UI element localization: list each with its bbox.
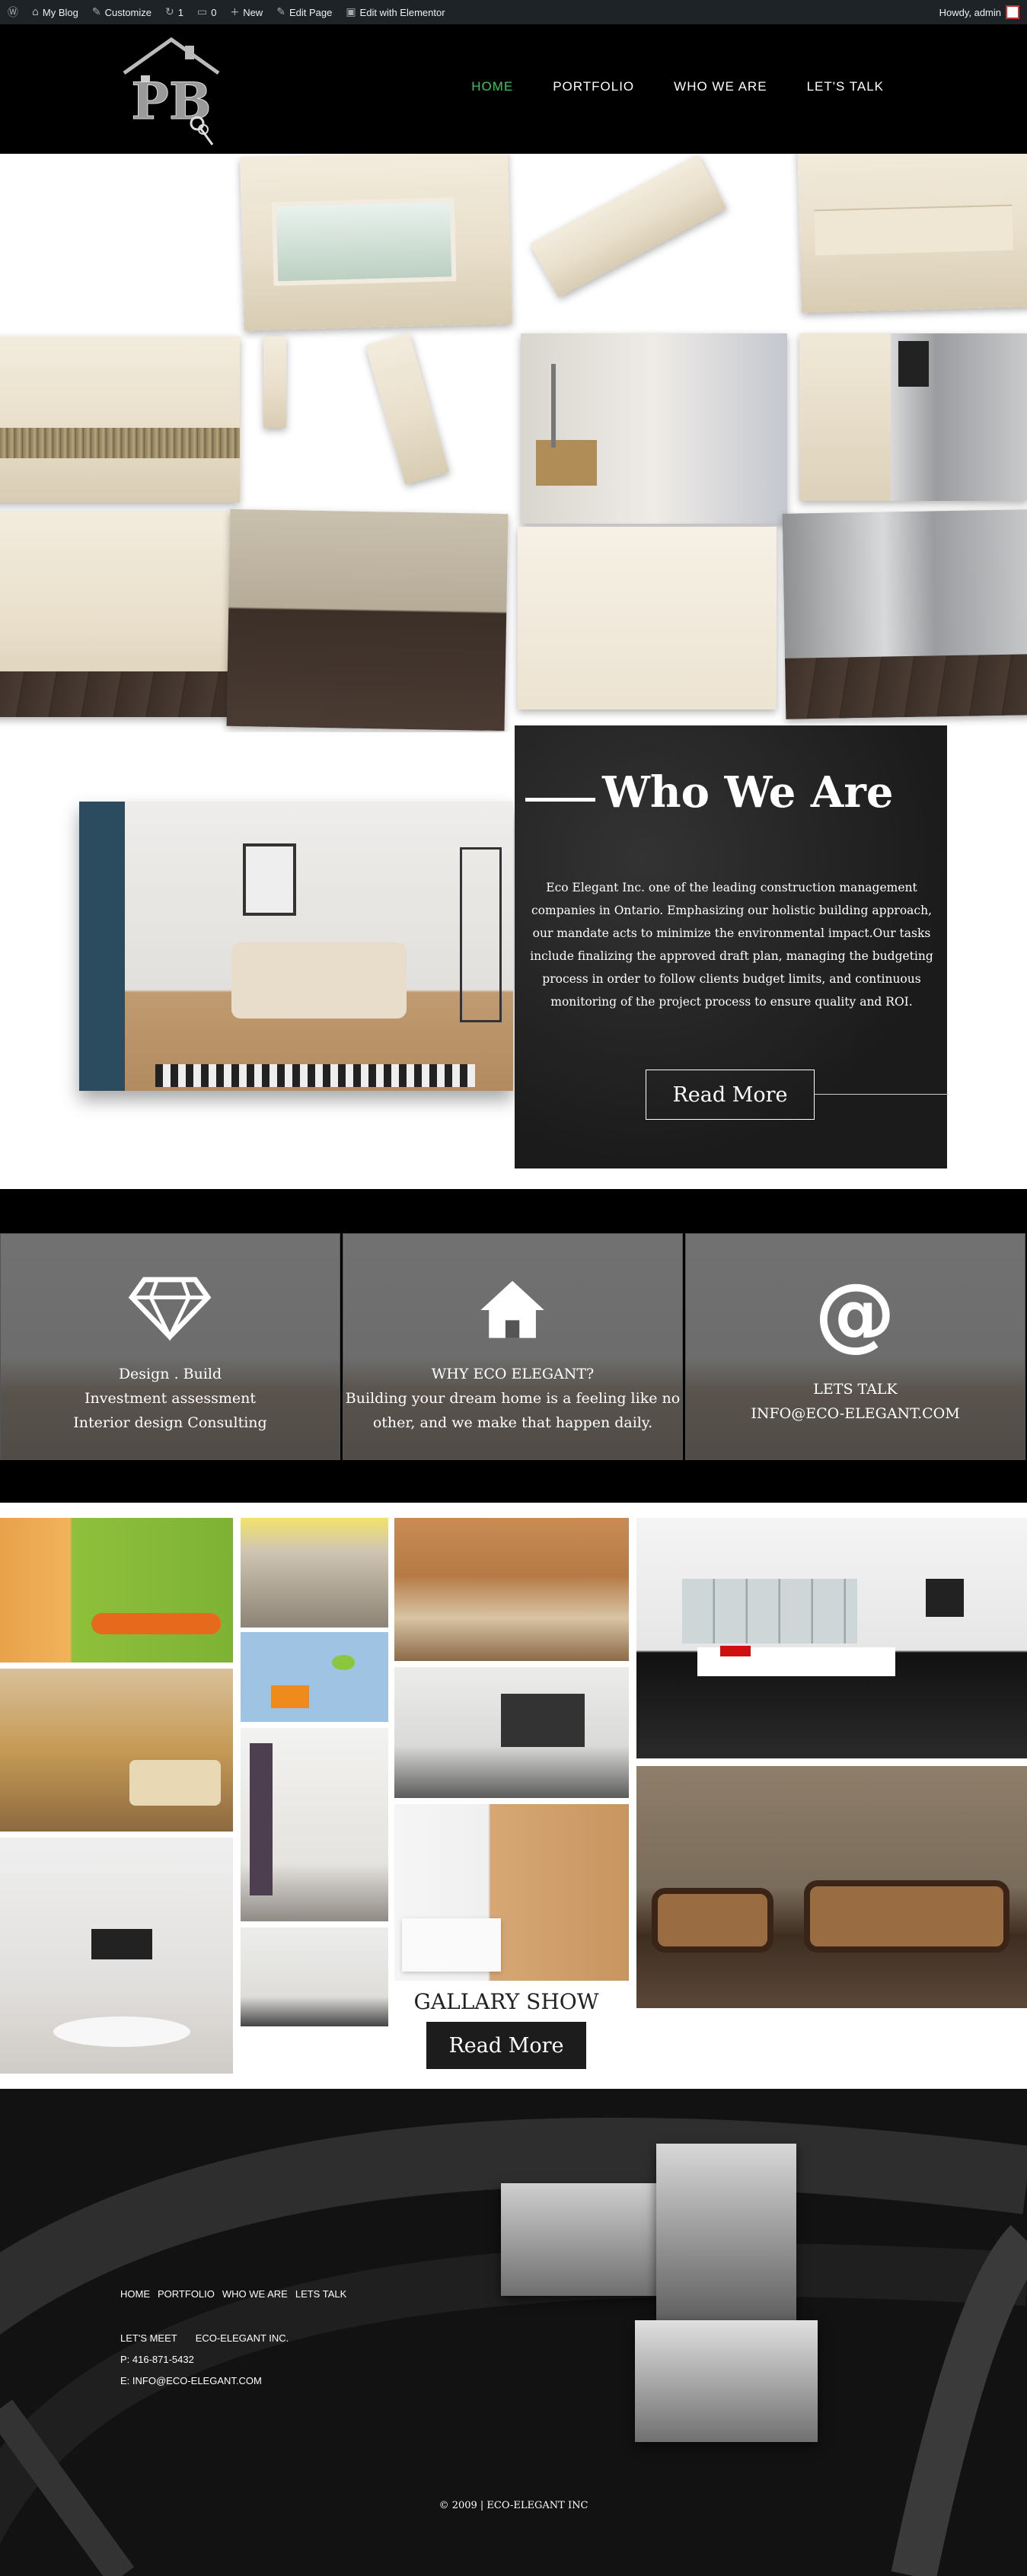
feature-lets-talk: @ LETS TALK INFO@ECO-ELEGANT.COM (685, 1233, 1025, 1460)
hero-tile-lower-left (0, 512, 236, 717)
gallery-image-white-classic[interactable] (0, 1838, 233, 2074)
footer-contact: LET'S MEET ECO-ELEGANT INC. P: 416-871-54… (120, 2328, 289, 2392)
who-we-are-panel: Who We Are Eco Elegant Inc. one of the l… (515, 725, 947, 1168)
gallery-read-more-button[interactable]: Read More (426, 2022, 586, 2069)
feature-why-eco-elegant: WHY ECO ELEGANT? Building your dream hom… (343, 1233, 683, 1460)
footer-nav: HOME PORTFOLIO WHO WE ARE LETS TALK (120, 2288, 346, 2300)
copyright: © 2009 | ECO-ELEGANT INC (439, 2500, 588, 2511)
wordpress-icon: Ⓦ (8, 7, 18, 19)
gallery-image-ceiling-lights[interactable] (241, 1518, 388, 1628)
living-room-photo (79, 802, 513, 1091)
email-address[interactable]: E: INFO@ECO-ELEGANT.COM (120, 2370, 289, 2392)
site-name-link[interactable]: ⌂ My Blog (32, 6, 78, 18)
feature-line: LETS TALK (813, 1381, 898, 1398)
family-photo-1 (501, 2183, 670, 2296)
feature-line: Building your dream home is a feeling li… (345, 1390, 681, 1407)
feature-line: WHY ECO ELEGANT? (431, 1366, 595, 1382)
feature-line: Investment assessment (85, 1390, 256, 1407)
at-icon: @ (815, 1268, 895, 1356)
hero-kitchen-collage (0, 154, 1027, 732)
hero-tile-fridge (799, 333, 1027, 501)
gallery-image-wood-ceiling[interactable] (394, 1518, 629, 1661)
nav-who-we-are[interactable]: WHO WE ARE (674, 79, 767, 94)
family-photo-3 (635, 2320, 818, 2442)
avatar (1006, 5, 1019, 19)
nav-home[interactable]: HOME (471, 79, 513, 94)
wordpress-menu[interactable]: Ⓦ (8, 5, 18, 20)
footer-nav-who-we-are[interactable]: WHO WE ARE (222, 2288, 288, 2300)
elementor-icon: ▣ (346, 6, 356, 18)
hero-tile-fridge-floor (782, 509, 1027, 719)
hero-tile-lamp (529, 154, 727, 298)
footer-nav-portfolio[interactable]: PORTFOLIO (158, 2288, 215, 2300)
updates-link[interactable]: ↻ 1 (165, 6, 183, 18)
hero-tile-faucet (521, 333, 787, 524)
customize-link[interactable]: ✎ Customize (92, 6, 151, 18)
gallery-image-warm-lounge[interactable] (0, 1669, 233, 1832)
diamond-icon (128, 1277, 212, 1341)
home-icon: ⌂ (32, 6, 39, 18)
comment-icon: ▭ (196, 6, 208, 18)
gallery-image-living-small[interactable] (241, 1927, 388, 2026)
gallery-image-blue-orange[interactable] (241, 1632, 388, 1722)
logo-letters: PB (131, 72, 211, 131)
features-strip: Design . Build Investment assessment Int… (0, 1189, 1027, 1503)
gallery-image-leather-sofa[interactable] (636, 1766, 1027, 2008)
edit-page-link[interactable]: ✎ Edit Page (276, 6, 332, 18)
hero-tile-window (240, 154, 512, 331)
hero-tile-post (263, 336, 286, 428)
who-we-are-text: Eco Elegant Inc. one of the leading cons… (530, 881, 933, 1009)
phone-number: P: 416-871-5432 (120, 2354, 194, 2365)
feature-line: Interior design Consulting (73, 1414, 267, 1431)
button-accent-line (815, 1094, 949, 1095)
comments-link[interactable]: ▭ 0 (197, 6, 216, 18)
main-nav: HOME PORTFOLIO WHO WE ARE LET'S TALK (471, 79, 884, 94)
house-icon (480, 1280, 544, 1338)
feature-line: other, and we make that happen daily. (372, 1414, 653, 1431)
gallery-image-red-white[interactable] (636, 1518, 1027, 1758)
who-read-more-button[interactable]: Read More (646, 1070, 815, 1120)
site-header: PB HOME PORTFOLIO WHO WE ARE LET'S TALK (0, 24, 1027, 154)
hero-tile-floor (226, 509, 509, 732)
gallery-image-green-room[interactable] (0, 1518, 233, 1663)
new-content-link[interactable]: + New (230, 6, 263, 18)
feature-line: Design . Build (118, 1366, 222, 1382)
feature-design-build: Design . Build Investment assessment Int… (0, 1233, 340, 1460)
svg-text:@: @ (815, 1268, 895, 1356)
site-footer: HOME PORTFOLIO WHO WE ARE LETS TALK LET'… (0, 2089, 1027, 2576)
update-icon: ↻ (165, 6, 174, 18)
lets-meet-label: LET'S MEET (120, 2332, 177, 2344)
nav-lets-talk[interactable]: LET'S TALK (807, 79, 884, 94)
family-photo-2 (656, 2144, 796, 2334)
admin-bar: Ⓦ ⌂ My Blog ✎ Customize ↻ 1 ▭ 0 + New ✎ Edit P… (0, 0, 1027, 24)
hero-tile-granite (0, 336, 240, 502)
gallery-image-modern-kitchen[interactable] (394, 1804, 629, 1981)
brush-icon: ✎ (91, 6, 101, 18)
hero-tile-cabinets-top-right (797, 154, 1027, 313)
company-name: ECO-ELEGANT INC. (195, 2332, 289, 2344)
who-we-are-title: Who We Are (602, 767, 894, 818)
site-logo[interactable]: PB (118, 33, 225, 148)
footer-nav-lets-talk[interactable]: LETS TALK (295, 2288, 346, 2300)
feature-line[interactable]: INFO@ECO-ELEGANT.COM (686, 1401, 1025, 1426)
gallery-title: GALLARY SHOW (413, 1989, 599, 2014)
nav-portfolio[interactable]: PORTFOLIO (553, 79, 634, 94)
hero-tile-angle (365, 333, 450, 485)
title-accent-line (525, 798, 595, 802)
edit-elementor-link[interactable]: ▣ Edit with Elementor (346, 6, 445, 18)
pencil-icon: ✎ (276, 6, 285, 18)
hero-tile-blank-panel (518, 527, 777, 709)
gallery-image-tv-wall[interactable] (394, 1667, 629, 1798)
plus-icon: + (230, 6, 240, 18)
footer-nav-home[interactable]: HOME (120, 2288, 150, 2300)
account-menu[interactable]: Howdy, admin (939, 5, 1019, 19)
gallery-image-fireplace[interactable] (241, 1728, 388, 1921)
